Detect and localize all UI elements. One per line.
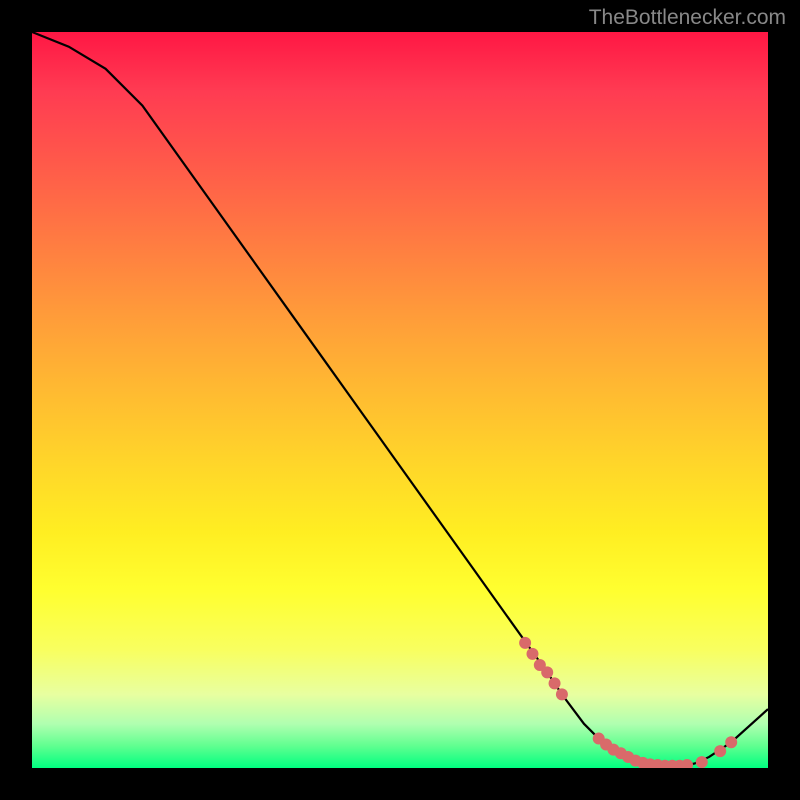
marker-point: [519, 637, 531, 649]
marker-point: [681, 759, 693, 768]
chart-svg: [32, 32, 768, 768]
marker-point: [541, 666, 553, 678]
chart-curve: [32, 32, 768, 766]
marker-point: [714, 745, 726, 757]
marker-point: [549, 677, 561, 689]
attribution-text: TheBottlenecker.com: [589, 6, 786, 30]
chart-markers: [519, 637, 737, 768]
chart-plot-area: [32, 32, 768, 768]
marker-point: [526, 648, 538, 660]
marker-point: [725, 736, 737, 748]
marker-point: [696, 756, 708, 768]
marker-point: [556, 688, 568, 700]
